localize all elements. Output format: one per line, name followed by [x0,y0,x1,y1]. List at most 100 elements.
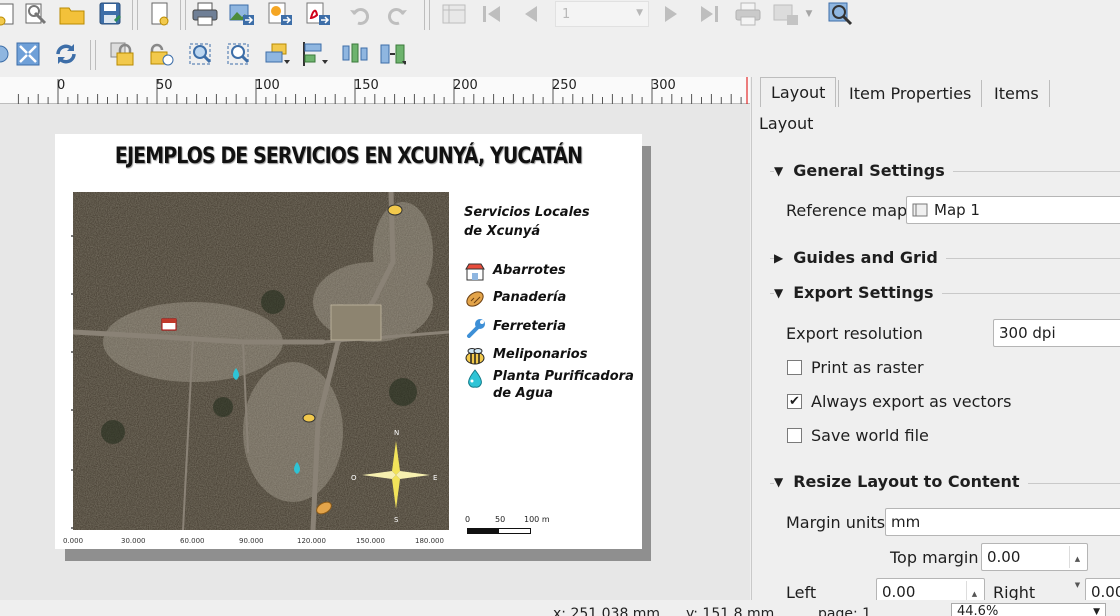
unlock-items-icon[interactable] [146,40,174,68]
atlas-settings-icon[interactable] [826,0,854,28]
layout-manager-icon[interactable] [22,0,50,28]
expand-arrow-icon: ▶ [774,250,784,265]
open-folder-icon[interactable] [58,0,86,28]
section-guides-grid[interactable]: ▶ Guides and Grid [774,248,946,267]
section-general-settings[interactable]: ▼ General Settings [774,161,953,180]
toolbar-separator [132,0,138,30]
export-image-icon[interactable] [228,0,256,28]
add-pages-icon[interactable] [146,0,174,28]
last-feature-icon[interactable] [695,0,723,28]
section-title: General Settings [793,161,945,180]
atlas-preview-icon[interactable] [440,0,468,28]
margin-units-select[interactable]: mm [885,508,1120,536]
raise-items-icon[interactable] [262,40,290,68]
tab-item-properties[interactable]: Item Properties [838,80,983,107]
left-margin-value: 0.00 [882,583,916,601]
status-y: y: 151.8 mm [686,606,775,616]
main-toolbar: 1 ▼ ▼ [0,0,1120,34]
undo-icon[interactable] [346,0,374,28]
redo-icon[interactable] [383,0,411,28]
first-feature-icon[interactable] [478,0,506,28]
atlas-page-value: 1 [562,6,571,22]
section-export-settings[interactable]: ▼ Export Settings [774,283,942,302]
toolbar-separator [424,0,430,30]
save-icon[interactable] [97,0,125,28]
legend-label: Planta Purificadora [493,369,634,384]
x-tick-label: 60.000 [180,537,205,545]
legend-title[interactable]: Servicios Locales de Xcunyá [464,203,590,241]
reference-map-select[interactable]: Map 1 [906,196,1120,224]
refresh-icon[interactable] [52,40,80,68]
zoom-select[interactable]: 44.6% ▼ [951,603,1106,616]
status-bar: x: 251.038 mm y: 151.8 mm page: 1 44.6% … [0,600,1120,616]
select-items-icon[interactable] [186,40,214,68]
x-tick-label: 0.000 [63,537,84,545]
export-atlas-icon[interactable] [772,0,800,28]
legend-title-line: de Xcunyá [464,224,541,239]
chevron-down-icon[interactable]: ▼ [802,0,816,28]
satellite-map: N S O E [73,192,449,530]
zoom-extent-icon[interactable] [14,40,42,68]
ruler-label: 100 [255,78,280,93]
export-svg-icon[interactable] [266,0,294,28]
save-world-file-checkbox[interactable]: Save world file [787,426,929,445]
layout-page[interactable]: EJEMPLOS DE SERVICIOS EN XCUNYÁ, YUCATÁN [55,134,642,549]
top-margin-value: 0.00 [987,548,1021,566]
next-feature-icon[interactable] [657,0,685,28]
top-margin-label: Top margin [890,548,979,567]
zoom-full-icon[interactable] [0,40,14,68]
items-toolbar [0,36,1120,74]
north-label: N [394,429,399,437]
section-title: Guides and Grid [793,248,938,267]
store-icon [465,263,485,281]
export-pdf-icon[interactable] [304,0,332,28]
align-left-icon[interactable] [300,40,328,68]
resize-items-icon[interactable] [378,40,406,68]
map-item[interactable]: N S O E [73,192,449,530]
legend-item-planta: Planta Purificadora de Agua [465,368,634,402]
spinner-arrows-icon[interactable]: ▲▼ [1069,546,1085,589]
select-all-icon[interactable] [224,40,252,68]
checkbox-box[interactable] [787,428,802,443]
status-x: x: 251.038 mm [553,606,661,616]
legend-label: Meliponarios [493,347,588,362]
tab-layout[interactable]: Layout [760,77,837,107]
zoom-value: 44.6% [957,604,999,616]
checkbox-label: Print as raster [811,358,924,377]
tab-items[interactable]: Items [984,80,1050,107]
legend-item-meliponarios: Meliponarios [465,346,587,366]
previous-feature-icon[interactable] [517,0,545,28]
collapse-arrow-icon: ▼ [774,285,784,300]
legend-label: de Agua [493,386,554,401]
checkmark-icon[interactable]: ✔ [787,394,802,409]
legend-item-panaderia: Panadería [465,289,566,309]
new-layout-icon[interactable] [0,0,20,28]
section-title: Export Settings [793,283,934,302]
x-tick-label: 90.000 [239,537,264,545]
export-resolution-input[interactable]: 300 dpi [993,319,1120,347]
checkbox-label: Save world file [811,426,929,445]
legend-label-multi: Planta Purificadora de Agua [493,368,634,402]
atlas-page-select[interactable]: 1 ▼ [555,1,649,27]
x-tick-label: 150.000 [356,537,385,545]
water-drop-icon [468,369,482,388]
ruler-label: 50 [156,78,173,93]
checkbox-box[interactable] [787,360,802,375]
lock-items-icon[interactable] [108,40,136,68]
print-atlas-icon[interactable] [734,0,762,28]
section-resize-layout[interactable]: ▼ Resize Layout to Content [774,472,1028,491]
south-label: S [394,516,399,524]
always-export-vectors-checkbox[interactable]: ✔ Always export as vectors [787,392,1011,411]
print-as-raster-checkbox[interactable]: Print as raster [787,358,924,377]
scale-label: 0 [465,515,471,524]
print-icon[interactable] [191,0,219,28]
layout-canvas[interactable]: EJEMPLOS DE SERVICIOS EN XCUNYÁ, YUCATÁN [0,104,750,600]
distribute-icon[interactable] [340,40,368,68]
top-margin-input[interactable]: 0.00 ▲ ▼ [981,543,1088,589]
legend-label: Abarrotes [493,263,566,278]
panel-header: Layout [759,114,814,133]
bee-icon [465,348,485,365]
map-title[interactable]: EJEMPLOS DE SERVICIOS EN XCUNYÁ, YUCATÁN [96,144,601,169]
legend-label: Panadería [493,290,567,305]
status-page: page: 1 [818,606,872,616]
